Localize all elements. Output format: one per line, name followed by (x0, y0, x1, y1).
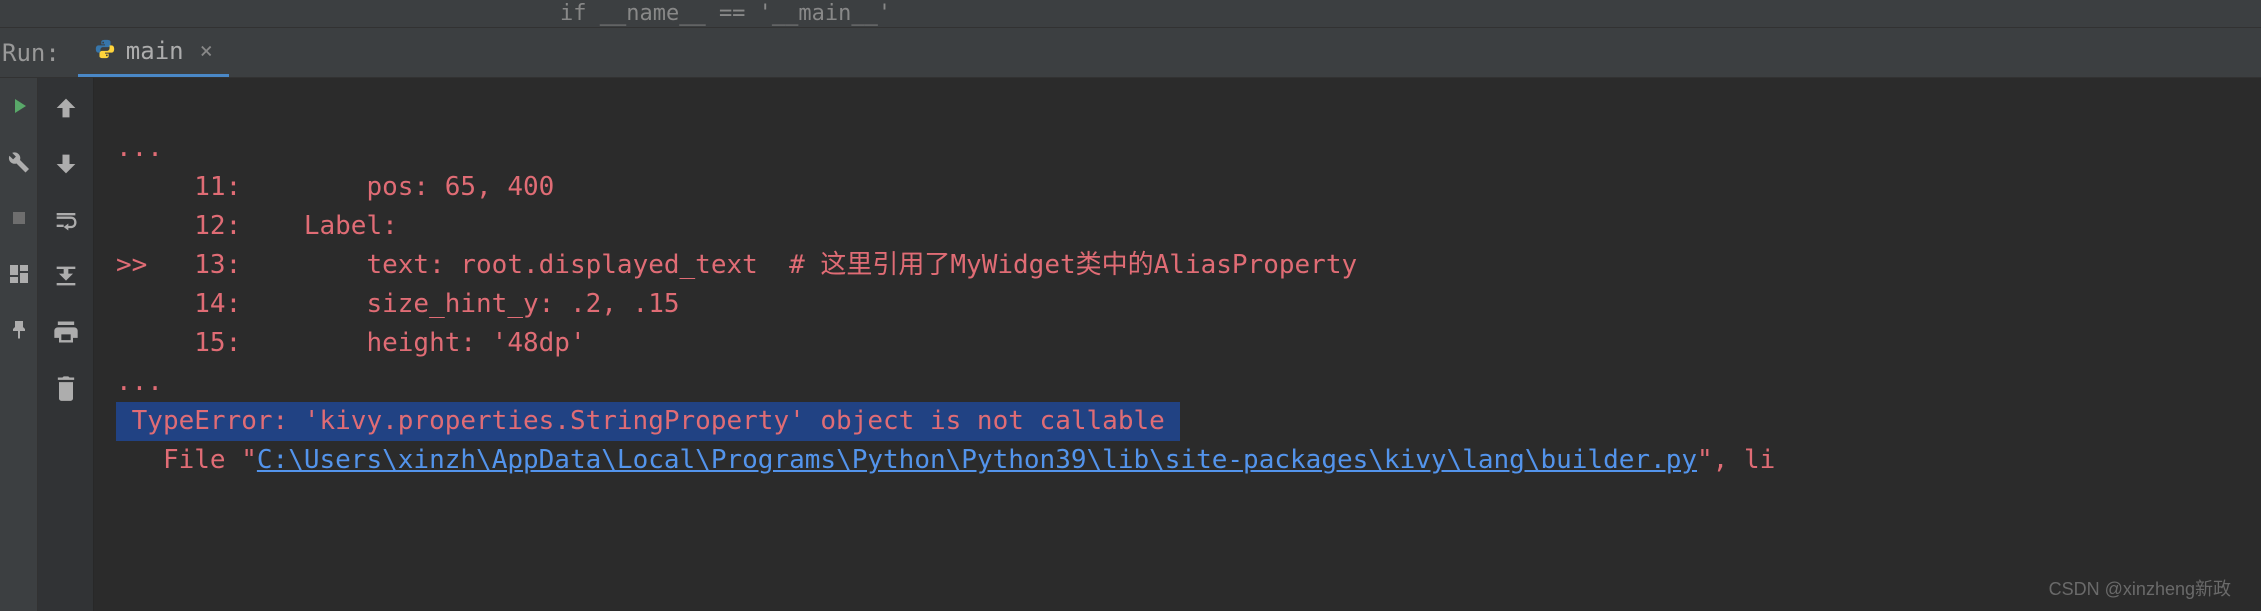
scroll-to-end-icon[interactable] (52, 262, 80, 294)
code-line: 13: text: root.displayed_text # 这里引用了MyW… (147, 250, 1357, 280)
close-icon[interactable]: × (200, 39, 213, 64)
arrow-up-icon[interactable] (52, 94, 80, 126)
wrench-icon[interactable] (7, 150, 31, 178)
arrow-down-icon[interactable] (52, 150, 80, 182)
editor-context-text: if __name__ == '__main__' (560, 1, 891, 26)
code-line: 11: pos: 65, 400 (116, 172, 554, 202)
file-trail: ", li (1697, 445, 1775, 475)
file-label: File " (116, 445, 257, 475)
python-icon (94, 38, 116, 64)
run-label: Run: (0, 39, 78, 67)
file-path-link[interactable]: C:\Users\xinzh\AppData\Local\Programs\Py… (257, 445, 1697, 475)
ellipsis: ... (116, 133, 163, 163)
editor-top-bar: if __name__ == '__main__' (0, 0, 2261, 28)
pin-icon[interactable] (7, 318, 31, 346)
run-toolbar-left (0, 78, 38, 611)
code-line: 14: size_hint_y: .2, .15 (116, 289, 680, 319)
tab-label: main (126, 37, 184, 65)
run-tool-window-header: Run: main × (0, 28, 2261, 78)
current-line-marker: >> (116, 250, 147, 280)
console-output[interactable]: ... 11: pos: 65, 400 12: Label: >> 13: t… (94, 78, 2261, 611)
layout-icon[interactable] (7, 262, 31, 290)
soft-wrap-icon[interactable] (52, 206, 80, 238)
rerun-icon[interactable] (7, 94, 31, 122)
print-icon[interactable] (52, 318, 80, 350)
main-content-area: ... 11: pos: 65, 400 12: Label: >> 13: t… (0, 78, 2261, 611)
stop-icon[interactable] (7, 206, 31, 234)
run-tab-main[interactable]: main × (78, 28, 229, 77)
ellipsis: ... (116, 367, 163, 397)
watermark-text: CSDN @xinzheng新政 (2049, 575, 2231, 601)
code-line: 15: height: '48dp' (116, 328, 586, 358)
code-line: 12: Label: (116, 211, 398, 241)
trash-icon[interactable] (52, 374, 80, 406)
console-gutter-toolbar (38, 78, 94, 611)
error-message[interactable]: TypeError: 'kivy.properties.StringProper… (116, 402, 1180, 441)
